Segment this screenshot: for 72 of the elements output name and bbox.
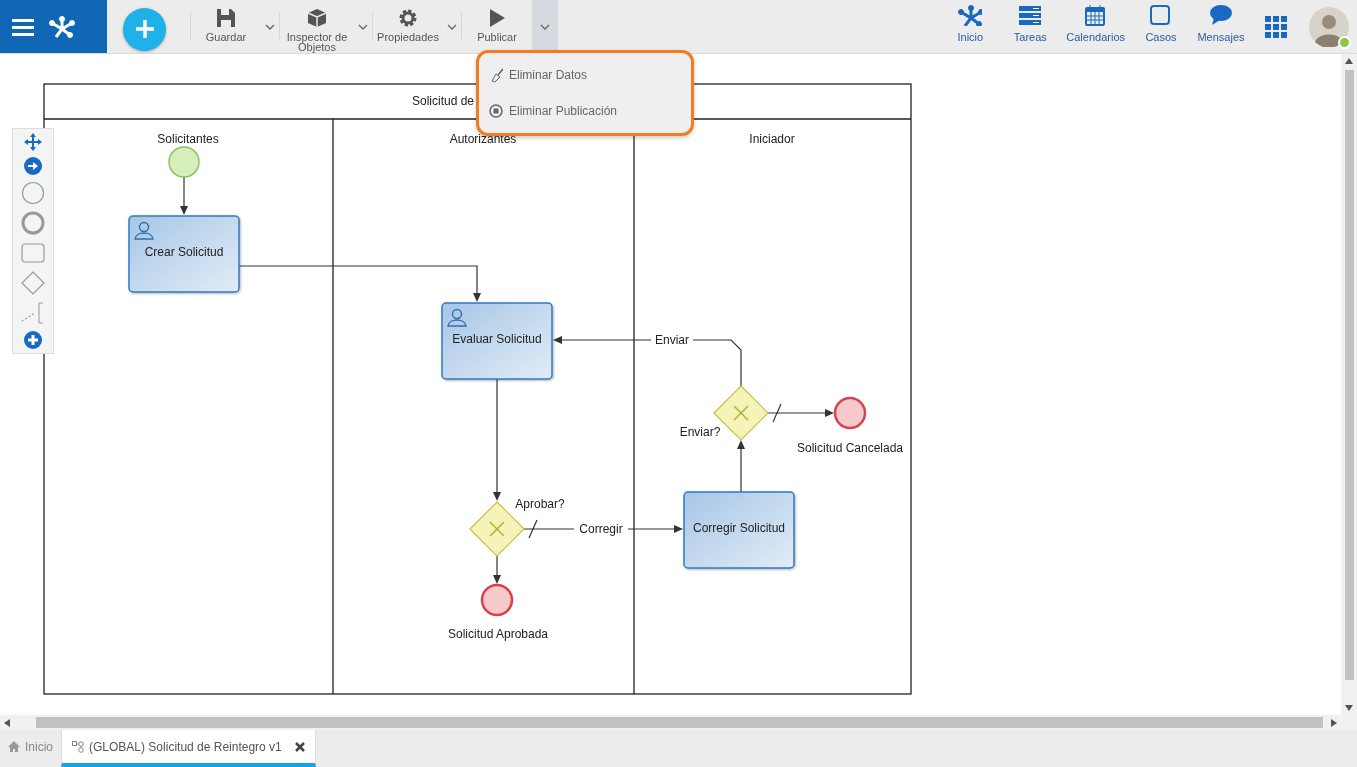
scroll-right-icon[interactable]: [1331, 718, 1337, 727]
toolbar-button[interactable]: Propiedades: [373, 0, 443, 53]
sequence-flow: [737, 440, 745, 493]
event-label: Enviar?: [679, 425, 721, 439]
event-label: Solicitud Cancelada: [796, 441, 904, 455]
scroll-down-icon[interactable]: [1345, 705, 1353, 711]
calendar-icon: [1083, 3, 1108, 26]
lane-title: Autorizantes: [449, 132, 517, 146]
user-icon: [134, 221, 154, 240]
apps-grid-icon: [1265, 15, 1287, 38]
speech-bubble-icon: [1209, 3, 1233, 26]
nav-button[interactable]: Casos: [1131, 0, 1191, 53]
event-label: Solicitud Aprobada: [447, 627, 549, 641]
task-label: Corregir Solicitud: [693, 521, 785, 535]
menu-icon[interactable]: [12, 17, 34, 36]
process-icon: [72, 740, 84, 753]
scroll-left-icon[interactable]: [4, 718, 10, 727]
sequence-flow: [767, 403, 834, 423]
toolbar-button[interactable]: Guardar: [191, 0, 261, 53]
caret-icon: [358, 23, 368, 30]
caret-icon: [447, 23, 457, 30]
flow-label: Enviar: [655, 333, 689, 347]
nav-button[interactable]: Mensajes: [1191, 0, 1251, 53]
menu-item[interactable]: Eliminar Datos: [479, 57, 691, 93]
nav-button[interactable]: Inicio: [940, 0, 1001, 53]
circle-icon[interactable]: [21, 181, 45, 205]
network-icon: [958, 3, 983, 26]
sequence-flow: [493, 555, 501, 584]
diamond-icon[interactable]: [21, 271, 45, 295]
lane-title: Solicitantes: [157, 132, 219, 146]
cube-icon: [307, 8, 327, 28]
home-icon: [8, 741, 20, 752]
task-label: Crear Solicitud: [144, 245, 224, 259]
scrollbar-thumb[interactable]: [1344, 70, 1354, 680]
user-icon: [447, 308, 467, 327]
tab[interactable]: Inicio: [0, 730, 61, 767]
arrow-circle-icon[interactable]: [24, 157, 42, 175]
close-icon[interactable]: [294, 741, 305, 752]
nav-button[interactable]: Tareas: [1000, 0, 1061, 53]
rounded-rectangle-icon[interactable]: [21, 241, 45, 265]
move-icon[interactable]: [24, 133, 42, 151]
square-icon: [1149, 3, 1173, 26]
list-icon: [1018, 3, 1043, 26]
plus-icon: [134, 19, 155, 39]
start-event: [168, 146, 200, 178]
save-icon: [216, 8, 236, 28]
avatar[interactable]: [1309, 6, 1349, 47]
toolbar-button[interactable]: Inspector de Objetos: [280, 0, 354, 53]
scroll-up-icon[interactable]: [1345, 58, 1353, 64]
caret-icon: [540, 23, 550, 30]
event-label: Aprobar?: [515, 497, 565, 511]
ring-icon[interactable]: [21, 211, 45, 235]
menu-item[interactable]: Eliminar Publicación: [479, 93, 691, 129]
tab[interactable]: (GLOBAL) Solicitud de Reintegro v1: [61, 730, 316, 767]
scrollbar-thumb[interactable]: [36, 717, 1323, 728]
flow-label: Corregir: [579, 522, 623, 536]
add-circle-icon[interactable]: [24, 331, 42, 349]
play-icon: [487, 8, 507, 28]
task-label: Evaluar Solicitud: [452, 332, 542, 346]
end-event: [480, 583, 514, 617]
lane-title: Iniciador: [749, 132, 795, 146]
caret-icon: [265, 23, 275, 30]
gear-icon: [398, 8, 418, 28]
sequence-flow: [180, 176, 188, 215]
stop-circle-icon: [489, 103, 503, 119]
dropdown-toggle[interactable]: [532, 0, 558, 53]
pool-title: Solicitud de: [412, 94, 475, 108]
add-button[interactable]: [123, 7, 166, 51]
nav-button[interactable]: Calendarios: [1060, 0, 1131, 53]
end-event: [833, 396, 867, 430]
toolbar-button[interactable]: Publicar: [462, 0, 532, 53]
broom-icon: [489, 67, 503, 83]
